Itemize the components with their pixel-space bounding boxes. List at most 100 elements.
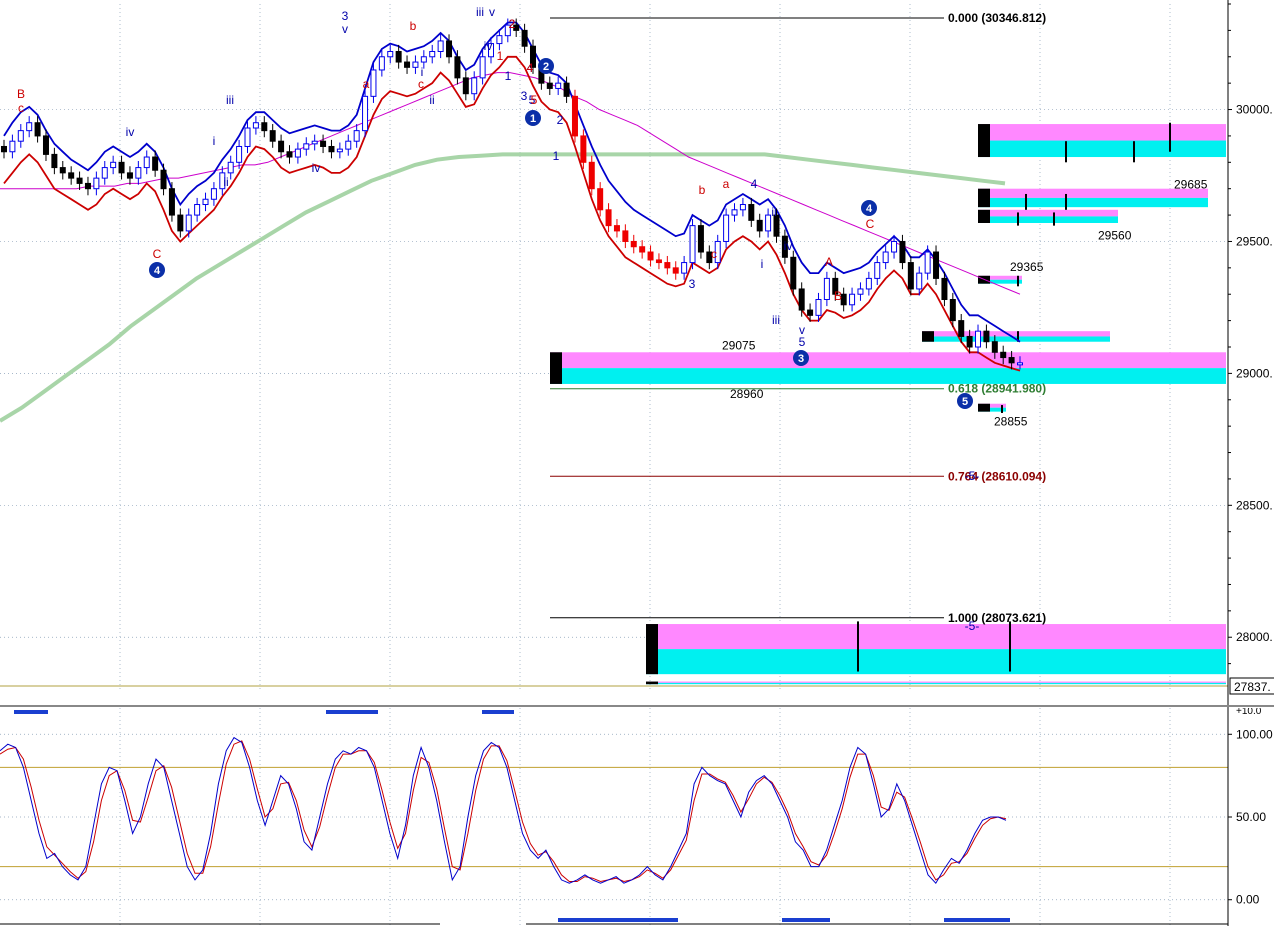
candle-body [857, 288, 864, 295]
wave-label-blue: iii [226, 93, 234, 107]
wave-label-red: B [17, 87, 25, 101]
oversold-marker [782, 918, 830, 922]
candle-body [647, 251, 654, 261]
candle-body [605, 209, 612, 227]
wave-label-red: 2 [509, 17, 516, 31]
candle-body [723, 214, 730, 242]
fib-level-label: 0.764 (28610.094) [948, 469, 1046, 483]
candle-body [756, 219, 763, 232]
candle-body [236, 145, 243, 163]
candle-body [17, 130, 24, 142]
candle-body [622, 230, 629, 242]
candle-body [891, 240, 898, 253]
candle-body [471, 77, 478, 95]
candle-body [143, 156, 150, 169]
price-axis-label: 29000. [1236, 366, 1273, 380]
price-target-label: 28855 [994, 415, 1028, 429]
candle-body [849, 293, 856, 306]
price-target-label: 28960 [730, 387, 764, 401]
candle-body [563, 82, 570, 97]
candle-body [286, 151, 293, 158]
wave-label-blue: iv [312, 161, 321, 175]
candle-body [874, 262, 881, 279]
osc-axis-label: 100.00 [1236, 727, 1273, 741]
target-zone-magenta [978, 209, 1118, 217]
candle-body [9, 140, 16, 153]
wave-label-blue: 1 [553, 149, 560, 163]
circled-wave-label: 4 [866, 203, 873, 215]
target-zone-magenta [646, 681, 1226, 683]
candle-body [613, 225, 620, 232]
target-zone-marker [978, 209, 990, 223]
wave-label-blue: 2 [557, 113, 564, 127]
candle-body [815, 299, 822, 316]
candle-body [126, 172, 133, 179]
target-zone-cyan [646, 682, 1226, 685]
candle-body [378, 56, 385, 71]
target-zone-marker [978, 403, 990, 412]
candle-body [269, 130, 276, 142]
circled-wave-label: 4 [154, 265, 161, 277]
candle-body [991, 341, 998, 353]
wave-label-blue: v [489, 5, 495, 19]
target-zone-magenta [978, 124, 1226, 141]
circled-wave-label: 2 [543, 61, 549, 73]
wave-label-red: C [153, 247, 162, 261]
fib-level-label: 1.000 (28073.621) [948, 611, 1046, 625]
candle-body [303, 143, 310, 150]
wave-label-red: 1 [497, 49, 504, 63]
stochastic-chart: 100.00 50.00 0.00 +10.0 [0, 706, 1273, 926]
target-zone-cyan [978, 197, 1208, 208]
candle-body [118, 161, 125, 174]
target-zone-marker [978, 124, 990, 158]
wave-label-blue: 3 [521, 89, 528, 103]
circled-wave-label: 5 [962, 396, 968, 408]
stochastic-fast-line [0, 736, 1007, 885]
overbought-marker [326, 710, 378, 714]
candle-body [412, 61, 419, 68]
oversold-marker [944, 918, 1010, 922]
candle-body [697, 225, 704, 253]
osc-axis-label: 0.00 [1236, 893, 1260, 907]
wave-label-red: c [418, 77, 424, 91]
candle-body [429, 50, 436, 58]
wave-label-blue: 3 [689, 277, 696, 291]
candle-body [521, 29, 528, 47]
candle-body [689, 225, 696, 264]
candle-body [555, 82, 562, 89]
wave-label-blue: ii [771, 205, 776, 219]
candle-body [294, 148, 301, 158]
price-axis-label: 28500. [1236, 498, 1273, 512]
candle-body [446, 40, 453, 58]
candle-body [924, 251, 931, 274]
candle-body [68, 172, 75, 179]
wave-label-red: c [18, 101, 24, 115]
candle-body [420, 56, 427, 63]
candle-body [899, 240, 906, 264]
wave-label-blue: -5- [965, 469, 980, 483]
candle-body [949, 299, 956, 322]
candle-body [311, 140, 318, 145]
overbought-marker [14, 710, 48, 714]
stochastic-panel: 100.00 50.00 0.00 +10.0 [0, 706, 1274, 926]
wave-label-red: b [410, 19, 417, 33]
candle-body [958, 320, 965, 337]
price-axis-label: 29500. [1236, 234, 1273, 248]
candle-body [546, 82, 553, 89]
candle-body [907, 262, 914, 290]
candle-body [975, 330, 982, 348]
candle-body [362, 95, 369, 132]
target-zone-magenta [646, 624, 1226, 650]
candle-body [807, 309, 814, 316]
candle-body [135, 167, 142, 179]
candle-body [194, 204, 201, 216]
candle-body [336, 148, 343, 153]
price-target-label: 29075 [722, 339, 756, 353]
candle-body [353, 130, 360, 142]
candle-body [664, 262, 671, 269]
candle-body [479, 56, 486, 79]
wave-label-red: C [866, 217, 875, 231]
wave-label-blue: iii [476, 5, 484, 19]
wave-label-blue: iv [784, 239, 793, 253]
target-zone-cyan [978, 216, 1118, 223]
